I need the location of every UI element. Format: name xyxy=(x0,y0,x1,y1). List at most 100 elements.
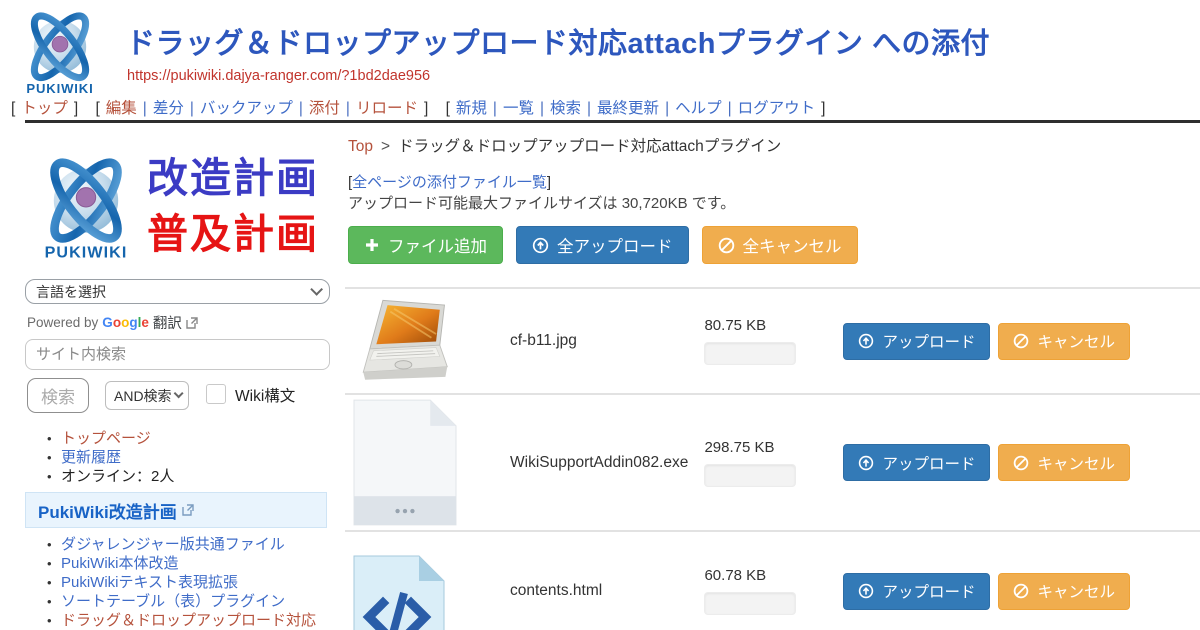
pipe: | xyxy=(728,100,732,117)
chevron-down-icon xyxy=(174,388,184,398)
add-files-button[interactable]: ファイル追加 xyxy=(348,226,503,264)
file-row: contents.html 60.78 KB アップロード キャンセル xyxy=(345,530,1200,630)
upload-all-button[interactable]: 全アップロード xyxy=(516,226,689,264)
all-attachments-link[interactable]: 全ページの添付ファイル一覧 xyxy=(352,174,547,191)
nav-link-search[interactable]: 検索 xyxy=(550,100,581,117)
sidebar-section-header[interactable]: PukiWiki改造計画 xyxy=(25,492,327,528)
sidebar-item-toppage[interactable]: トップページ xyxy=(47,430,174,449)
upload-progress-bar xyxy=(704,592,796,615)
sidebar-item-text-ext[interactable]: PukiWikiテキスト表現拡張 xyxy=(47,574,337,593)
sidebar-item-core-mod[interactable]: PukiWiki本体改造 xyxy=(47,555,337,574)
nav-link-recent[interactable]: 最終更新 xyxy=(597,100,659,117)
section-title-link[interactable]: PukiWiki改造計画 xyxy=(38,498,177,523)
all-attachments-line: [全ページの添付ファイル一覧] xyxy=(348,171,551,192)
translate-label[interactable]: 翻訳 xyxy=(153,312,182,333)
upload-circle-icon xyxy=(858,455,874,471)
sidebar-item-sort-table[interactable]: ソートテーブル（表）プラグイン xyxy=(47,593,337,612)
sidebar-item-online-count: オンライン：2人 xyxy=(47,468,174,487)
pipe: | xyxy=(587,100,591,117)
pipe: | xyxy=(540,100,544,117)
search-mode-select[interactable]: AND検索 xyxy=(105,381,189,410)
pipe: | xyxy=(190,100,194,117)
sidebar-item-common-files[interactable]: ダジャレンジャー版共通ファイル xyxy=(47,536,337,555)
html-code-file-icon xyxy=(353,555,445,630)
sidebar-plugin-links: ダジャレンジャー版共通ファイル PukiWiki本体改造 PukiWikiテキス… xyxy=(47,536,337,630)
language-select[interactable]: 言語を選択 xyxy=(25,279,330,304)
google-logo: Google xyxy=(102,315,149,330)
sidebar-quick-links: トップページ 更新履歴 オンライン：2人 xyxy=(47,430,174,487)
main-content: Top>ドラッグ＆ドロップアップロード対応attachプラグイン [全ページの添… xyxy=(345,130,1200,630)
file-size: 60.78 KB xyxy=(704,567,816,584)
pipe: | xyxy=(299,100,303,117)
bracket: [ xyxy=(95,100,99,117)
upload-button[interactable]: アップロード xyxy=(843,573,990,610)
nav-link-help[interactable]: ヘルプ xyxy=(675,100,722,117)
chevron-down-icon xyxy=(310,283,323,296)
site-search-input[interactable] xyxy=(25,339,330,370)
breadcrumb-current: ドラッグ＆ドロップアップロード対応attachプラグイン xyxy=(398,138,781,155)
wiki-syntax-label: Wiki構文 xyxy=(235,384,295,406)
pipe: | xyxy=(665,100,669,117)
upload-circle-icon xyxy=(858,333,874,349)
pipe: | xyxy=(346,100,350,117)
pukiwiki-atom-logo: PUKIWIKI xyxy=(27,140,145,274)
external-link-icon xyxy=(186,317,198,329)
header-divider xyxy=(25,120,1200,123)
upload-file-list: cf-b11.jpg 80.75 KB アップロード キャンセル xyxy=(345,287,1200,630)
cancel-all-button[interactable]: 全キャンセル xyxy=(702,226,858,264)
nav-link-list[interactable]: 一覧 xyxy=(503,100,534,117)
wiki-syntax-checkbox[interactable] xyxy=(206,384,226,404)
sidebar-banner-logo[interactable]: PUKIWIKI 改造計画 普及計画 xyxy=(25,140,330,276)
search-button[interactable]: 検索 xyxy=(27,378,89,413)
plus-icon xyxy=(364,237,380,253)
breadcrumb-home-link[interactable]: Top xyxy=(348,138,373,155)
language-select-value: 言語を選択 xyxy=(36,282,106,302)
laptop-photo-thumbnail xyxy=(353,296,465,386)
upload-progress-bar xyxy=(704,464,796,487)
nav-link-diff[interactable]: 差分 xyxy=(153,100,184,117)
nav-link-backup[interactable]: バックアップ xyxy=(200,100,293,117)
cancel-button[interactable]: キャンセル xyxy=(998,444,1130,481)
banner-text-kaizou: 改造計画 xyxy=(147,144,319,204)
generic-file-icon xyxy=(353,399,457,526)
upload-button[interactable]: アップロード xyxy=(843,444,990,481)
file-row: WikiSupportAddin082.exe 298.75 KB アップロード… xyxy=(345,393,1200,530)
search-controls: 検索 AND検索 Wiki構文 xyxy=(25,378,330,414)
sidebar-item-dnd-attach[interactable]: ドラッグ＆ドロップアップロード対応attachプラグイン xyxy=(47,612,337,630)
page-title: ドラッグ＆ドロップアップロード対応attachプラグイン への添付 xyxy=(126,20,990,62)
ban-icon xyxy=(718,237,735,254)
nav-link-attach[interactable]: 添付 xyxy=(309,100,340,117)
top-navigation: [トップ] [編集|差分|バックアップ|添付|リロード] [新規|一覧|検索|最… xyxy=(8,96,828,118)
page-url-link[interactable]: https://pukiwiki.dajya-ranger.com/?1bd2d… xyxy=(127,68,430,84)
breadcrumb: Top>ドラッグ＆ドロップアップロード対応attachプラグイン xyxy=(348,134,781,156)
google-translate-attribution: Powered by Google 翻訳 xyxy=(27,312,198,333)
bracket: ] xyxy=(821,100,825,117)
nav-link-top[interactable]: トップ xyxy=(21,100,68,117)
pipe: | xyxy=(143,100,147,117)
nav-link-new[interactable]: 新規 xyxy=(456,100,487,117)
sidebar-item-history[interactable]: 更新履歴 xyxy=(47,449,174,468)
upload-progress-bar xyxy=(704,342,796,365)
pukiwiki-atom-logo[interactable]: PUKIWIKI xyxy=(12,4,108,100)
pukiwiki-attach-page: PUKIWIKI ドラッグ＆ドロップアップロード対応attachプラグイン への… xyxy=(0,0,1200,630)
nav-link-edit[interactable]: 編集 xyxy=(106,100,137,117)
ban-icon xyxy=(1013,583,1029,599)
banner-text-fukyuu: 普及計画 xyxy=(147,200,319,260)
upload-circle-icon xyxy=(532,237,549,254)
search-mode-value: AND検索 xyxy=(114,386,172,406)
file-size: 80.75 KB xyxy=(704,317,816,334)
file-name: cf-b11.jpg xyxy=(510,332,704,350)
cancel-button[interactable]: キャンセル xyxy=(998,573,1130,610)
bracket: ] xyxy=(74,100,78,117)
cancel-button[interactable]: キャンセル xyxy=(998,323,1130,360)
powered-by-text: Powered by xyxy=(27,315,98,330)
logo-brand-text: PUKIWIKI xyxy=(45,243,128,261)
file-name: WikiSupportAddin082.exe xyxy=(510,454,704,472)
nav-link-logout[interactable]: ログアウト xyxy=(738,100,816,117)
logo-brand-text: PUKIWIKI xyxy=(26,81,93,96)
file-size: 298.75 KB xyxy=(704,439,816,456)
bracket: ] xyxy=(424,100,428,117)
nav-link-reload[interactable]: リロード xyxy=(356,100,418,117)
upload-circle-icon xyxy=(858,583,874,599)
upload-button[interactable]: アップロード xyxy=(843,323,990,360)
